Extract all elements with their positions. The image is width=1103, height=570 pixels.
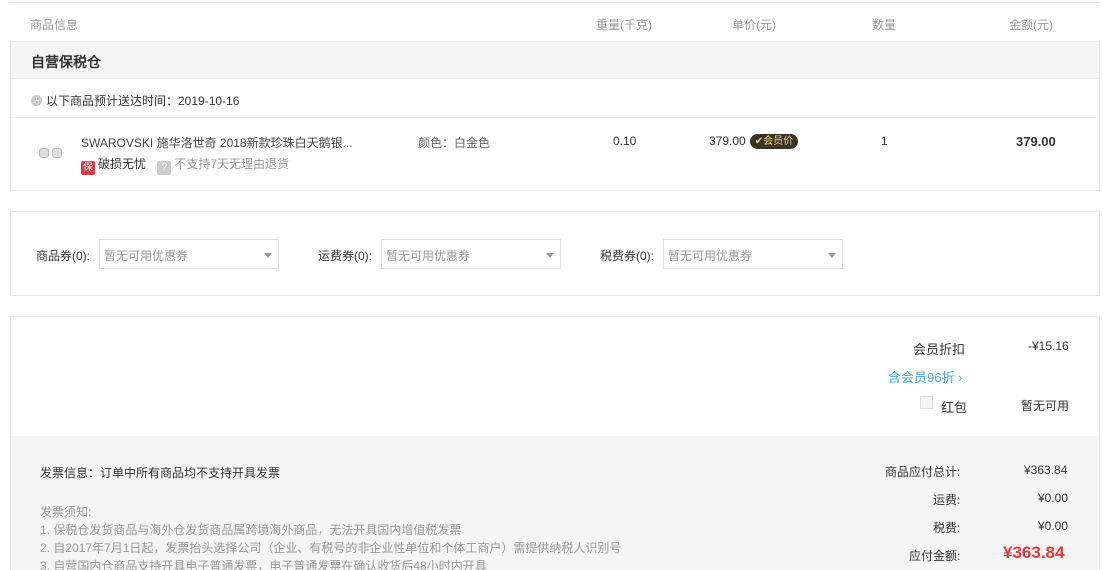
member-price-badge: ✔会员价 xyxy=(749,134,799,149)
tax-label: 税费: xyxy=(933,521,961,535)
product-amount: 379.00 xyxy=(1016,134,1056,149)
goods-total-label: 商品应付总计: xyxy=(885,465,961,479)
chevron-down-icon xyxy=(828,253,836,258)
product-weight: 0.10 xyxy=(613,134,637,148)
member-discount-link[interactable]: 含会员96折 › xyxy=(888,367,962,386)
discount-area: 会员折扣 -¥15.16 含会员96折 › 红包 暂无可用 xyxy=(11,317,1099,436)
header-price: 单价(元) xyxy=(732,18,776,32)
shipping-value: ¥0.00 xyxy=(1038,491,1069,505)
invoice-info: 发票信息：订单中所有商品均不支持开具发票 xyxy=(40,466,281,480)
invoice-note-3: 3. 自营国内仓商品支持开具电子普通发票，电子普通发票在确认收货后48小时内开具 xyxy=(40,559,487,570)
header-weight: 重量(千克) xyxy=(596,18,652,32)
member-price-label: 会员价 xyxy=(763,136,794,147)
order-card: 自营保税仓 以下商品预计送达时间：2019-10-16 SWAROVSKI 施华… xyxy=(10,41,1100,191)
shipping-coupon-label: 运费券(0): xyxy=(318,249,373,263)
tax-coupon-label: 税费券(0): xyxy=(600,249,655,263)
payable-label: 应付金额: xyxy=(909,549,961,563)
tax-coupon-value: 暂无可用优惠券 xyxy=(668,249,753,263)
delivery-info: 以下商品预计送达时间：2019-10-16 xyxy=(11,79,1099,118)
product-color: 颜色：白金色 xyxy=(418,136,491,150)
product-price: 379.00 ✔会员价 xyxy=(709,134,799,149)
member-link-text: 含会员96折 xyxy=(888,370,955,385)
member-discount-label: 会员折扣 xyxy=(913,342,966,357)
service-damage-free[interactable]: 破损无忧 xyxy=(98,157,146,171)
redpacket-label: 红包 xyxy=(941,400,968,415)
service-tags: 保破损无忧 ? 不支持7天无理由退货 xyxy=(81,155,289,175)
header-product: 商品信息 xyxy=(30,18,79,32)
question-badge-icon: ? xyxy=(157,161,172,175)
invoice-note-1: 1. 保税仓发货商品与海外仓发货商品属跨境海外商品，无法开具国内增值税发票 xyxy=(40,523,462,537)
insurance-badge-icon: 保 xyxy=(81,161,95,175)
tax-coupon-select[interactable]: 暂无可用优惠券 xyxy=(663,239,843,269)
check-icon: ✔ xyxy=(754,136,764,147)
redpacket-checkbox-wrap xyxy=(920,396,933,410)
redpacket-checkbox[interactable] xyxy=(920,396,933,409)
summary-section: 会员折扣 -¥15.16 含会员96折 › 红包 暂无可用 发票信息：订单中所有… xyxy=(10,316,1100,570)
shipping-coupon-select[interactable]: 暂无可用优惠券 xyxy=(381,239,561,269)
goods-coupon-select[interactable]: 暂无可用优惠券 xyxy=(99,239,279,269)
header-amount: 金额(元) xyxy=(1009,18,1053,32)
delivery-text: 以下商品预计送达时间：2019-10-16 xyxy=(46,94,240,108)
coupon-section: 商品券(0): 暂无可用优惠券 运费券(0): 暂无可用优惠券 税费券(0): … xyxy=(10,211,1100,296)
invoice-totals-area: 发票信息：订单中所有商品均不支持开具发票 发票须知: 1. 保税仓发货商品与海外… xyxy=(11,436,1099,570)
product-thumbnail[interactable] xyxy=(39,148,65,162)
payable-value: ¥363.84 xyxy=(1003,543,1065,562)
header-qty: 数量 xyxy=(872,18,897,32)
warehouse-title: 自营保税仓 xyxy=(11,42,1099,79)
chevron-right-icon: › xyxy=(958,370,963,385)
chevron-down-icon xyxy=(546,253,554,258)
shipping-label: 运费: xyxy=(933,493,961,507)
service-no-return: 不支持7天无理由退货 xyxy=(174,157,290,171)
clock-icon xyxy=(31,95,42,106)
invoice-notice-title: 发票须知: xyxy=(40,505,92,519)
earring-right-icon xyxy=(52,148,62,158)
goods-coupon-label: 商品券(0): xyxy=(36,249,91,263)
earring-left-icon xyxy=(39,148,49,158)
product-row: SWAROVSKI 施华洛世奇 2018新款珍珠白天鹅银... 保破损无忧 ? 不… xyxy=(11,118,1099,190)
product-name-link[interactable]: SWAROVSKI 施华洛世奇 2018新款珍珠白天鹅银... xyxy=(81,134,353,151)
chevron-down-icon xyxy=(264,253,272,258)
member-discount-value: -¥15.16 xyxy=(1028,339,1069,353)
redpacket-value: 暂无可用 xyxy=(1021,399,1070,413)
goods-total-value: ¥363.84 xyxy=(1024,463,1068,477)
goods-coupon-value: 暂无可用优惠券 xyxy=(104,249,189,263)
price-value: 379.00 xyxy=(709,134,746,148)
shipping-coupon-value: 暂无可用优惠券 xyxy=(386,249,471,263)
product-qty: 1 xyxy=(881,134,888,148)
table-header: 商品信息 重量(千克) 单价(元) 数量 金额(元) xyxy=(0,0,1103,42)
tax-value: ¥0.00 xyxy=(1038,519,1069,533)
invoice-note-2: 2. 自2017年7月1日起，发票抬头选择公司（企业、有税号的非企业性单位和个体… xyxy=(40,541,622,555)
